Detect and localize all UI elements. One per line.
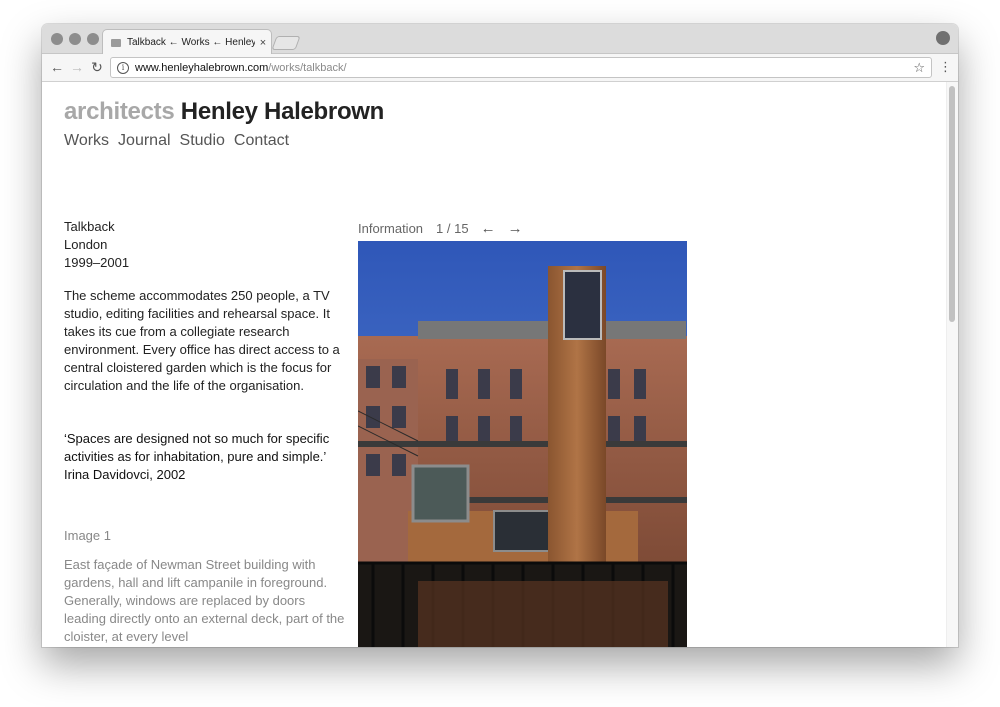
project-years: 1999–2001 bbox=[64, 255, 130, 270]
browser-window: Talkback ← Works ← Henley Halebrown × ← … bbox=[42, 24, 958, 647]
new-tab-button[interactable] bbox=[271, 36, 301, 50]
reload-icon[interactable]: ↻ bbox=[88, 58, 106, 76]
tab-close-icon[interactable]: × bbox=[255, 37, 271, 49]
next-image-arrow-icon[interactable]: → bbox=[508, 220, 523, 237]
image-counter: 1 / 15 bbox=[436, 221, 469, 236]
project-description: The scheme accommodates 250 people, a TV… bbox=[64, 288, 340, 393]
url-path: /works/talkback/ bbox=[268, 61, 347, 74]
title-bar: Talkback ← Works ← Henley Halebrown × bbox=[42, 24, 958, 55]
photo-illustration bbox=[358, 241, 687, 647]
brand-label-light: architects bbox=[64, 98, 175, 125]
profile-icon[interactable] bbox=[936, 31, 950, 45]
nav-contact[interactable]: Contact bbox=[234, 132, 289, 150]
page-viewport: architects Henley Halebrown Works Journa… bbox=[42, 82, 958, 647]
nav-journal[interactable]: Journal bbox=[118, 132, 170, 150]
menu-dots-icon[interactable]: ⋮ bbox=[939, 59, 952, 75]
project-location: London bbox=[64, 237, 108, 252]
information-link[interactable]: Information bbox=[358, 221, 423, 236]
scrollbar-thumb[interactable] bbox=[949, 86, 955, 322]
nav-works[interactable]: Works bbox=[64, 132, 109, 150]
image-label: Image 1 bbox=[64, 528, 111, 543]
forward-arrow-icon[interactable]: → bbox=[68, 58, 86, 76]
browser-toolbar: ← → ↻ i www.henleyhalebrown.com/works/ta… bbox=[42, 54, 958, 82]
info-icon[interactable]: i bbox=[117, 61, 129, 74]
brand-label-dark: Henley Halebrown bbox=[180, 98, 385, 125]
back-arrow-icon[interactable]: ← bbox=[48, 58, 66, 76]
prev-image-arrow-icon[interactable]: ← bbox=[481, 220, 496, 237]
project-meta: Talkback London 1999–2001 bbox=[64, 218, 129, 272]
site-nav: Works Journal Studio Contact bbox=[64, 132, 289, 150]
close-window-icon[interactable] bbox=[51, 33, 63, 45]
bookmark-star-icon[interactable]: ☆ bbox=[913, 60, 925, 76]
nav-studio[interactable]: Studio bbox=[180, 132, 225, 150]
maximize-window-icon[interactable] bbox=[87, 33, 99, 45]
address-bar[interactable]: i www.henleyhalebrown.com/works/talkback… bbox=[110, 57, 932, 78]
favicon-icon bbox=[111, 38, 121, 47]
tab-title: Talkback ← Works ← Henley Halebrown bbox=[127, 37, 255, 48]
url-host: www.henleyhalebrown.com bbox=[135, 61, 269, 74]
site-logo[interactable]: architects Henley Halebrown bbox=[64, 98, 384, 126]
browser-tab-active[interactable]: Talkback ← Works ← Henley Halebrown × bbox=[102, 29, 272, 55]
gallery-controls: Information 1 / 15 ← → bbox=[358, 220, 523, 237]
minimize-window-icon[interactable] bbox=[69, 33, 81, 45]
project-quote: ‘Spaces are designed not so much for spe… bbox=[64, 431, 330, 482]
page-scrollbar[interactable] bbox=[946, 82, 958, 647]
project-name: Talkback bbox=[64, 219, 115, 234]
project-photo[interactable] bbox=[358, 241, 687, 647]
image-caption: East façade of Newman Street building wi… bbox=[64, 557, 345, 644]
